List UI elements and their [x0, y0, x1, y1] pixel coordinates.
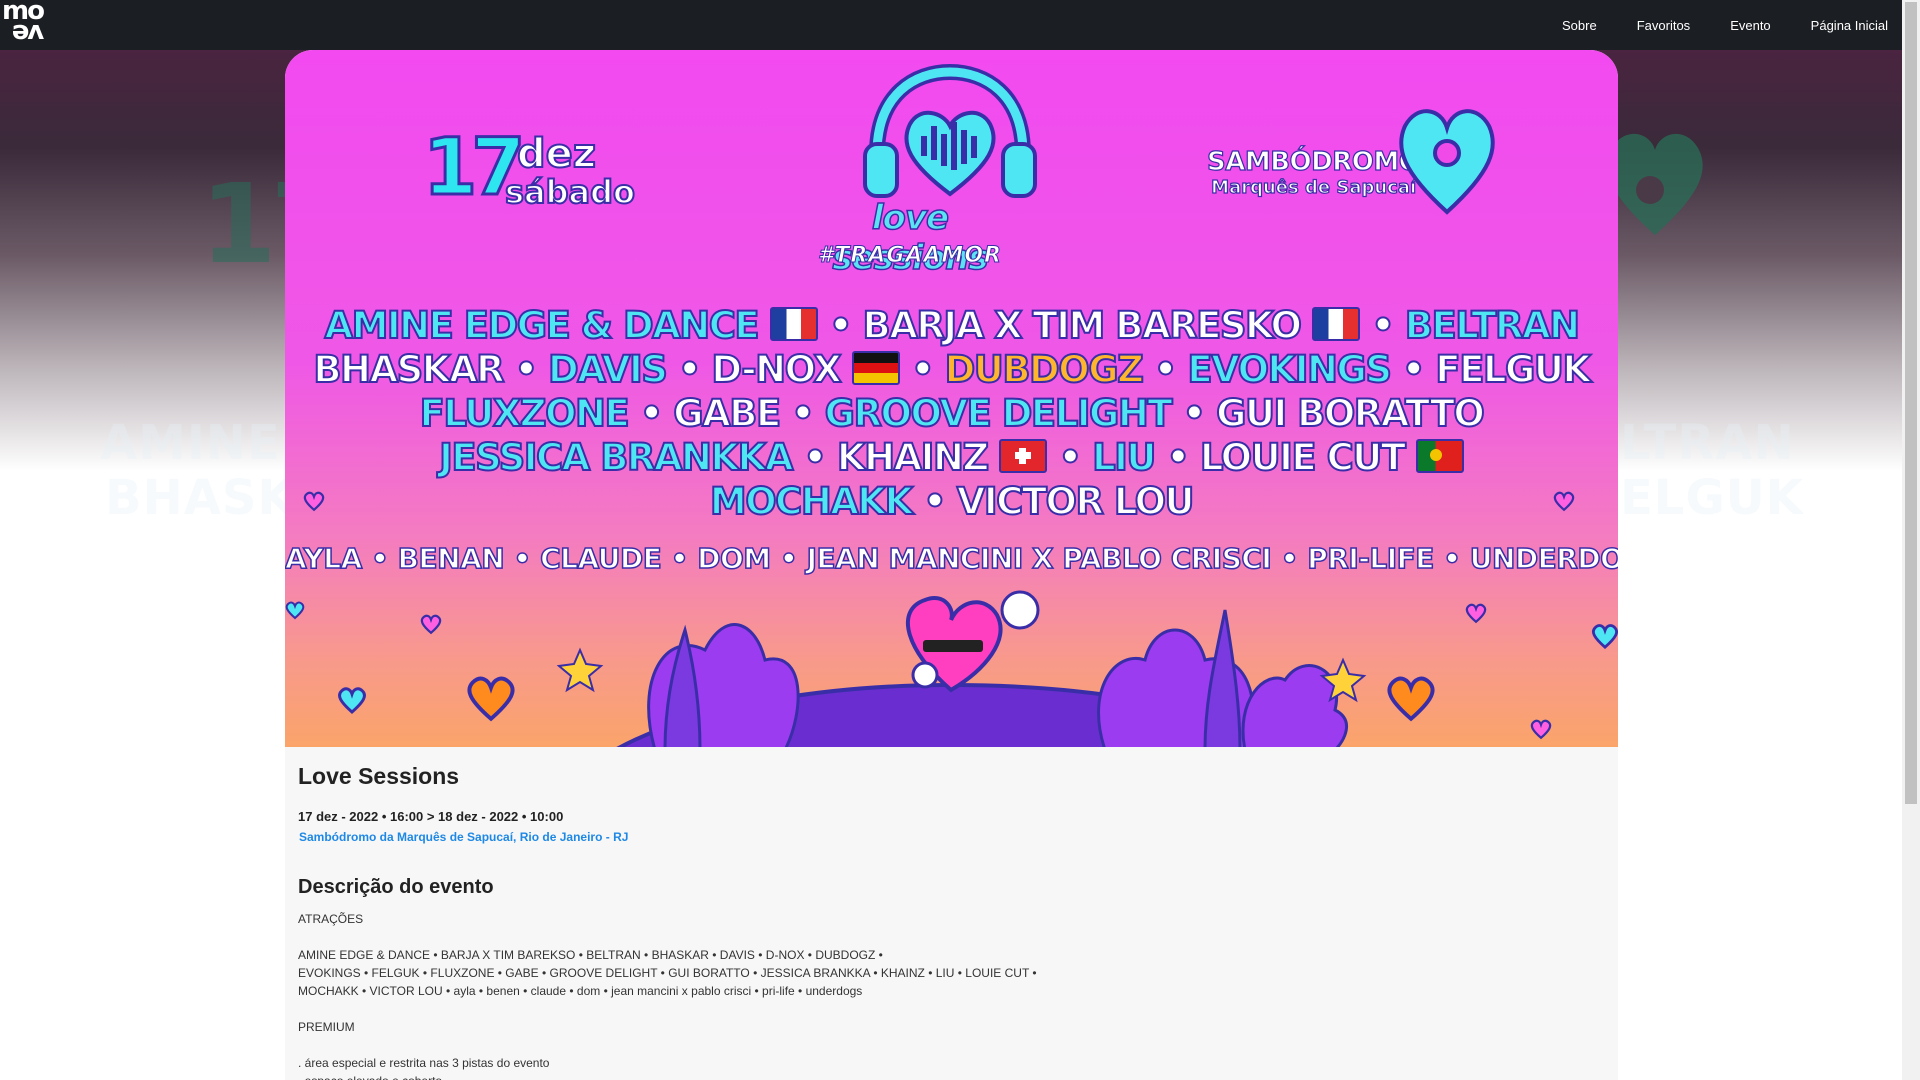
lineup-artist: BELTRAN [1404, 303, 1581, 348]
lineup-artist: DUBDOGZ [944, 347, 1145, 392]
flag-pt-icon [1415, 439, 1464, 473]
lineup-artist: GABE [672, 391, 782, 436]
backdrop-text-right-2: ELGUK [1620, 470, 1804, 526]
lineup-separator: • [910, 347, 936, 392]
description-heading: Descrição do evento [298, 876, 494, 898]
lineup-row: BHASKAR • DAVIS • D-NOX • DUBDOGZ • EVOK… [285, 347, 1618, 392]
lineup-separator: • [790, 391, 816, 436]
nav-links: Sobre Favoritos Evento Página Inicial [1522, 0, 1888, 50]
description-line: . espaço elevado e coberto [298, 1072, 1037, 1080]
banner-venue-sub: Marquês de Sapucaí [1211, 176, 1417, 198]
nav-link-sobre[interactable]: Sobre [1562, 18, 1597, 33]
event-datetime: 17 dez - 2022 • 16:00 > 18 dez - 2022 • … [298, 809, 564, 824]
lineup-artist: LOUIE CUT [1199, 435, 1407, 480]
description-line: AMINE EDGE & DANCE • BARJA X TIM BAREKSO… [298, 948, 883, 962]
lineup-artist: BARJA X TIM BARESKO [862, 303, 1303, 348]
lineup-row: AMINE EDGE & DANCE • BARJA X TIM BARESKO… [285, 303, 1618, 348]
flag-fr-icon [769, 307, 818, 341]
logo-line-bottom: ve [13, 18, 45, 48]
banner-hashtag: #TRAGAAMOR [818, 243, 1002, 269]
banner-venue: SAMBÓDROMO Marquês de Sapucaí [1206, 146, 1421, 198]
banner-venue-name: SAMBÓDROMO [1206, 146, 1421, 177]
description-line: MOCHAKK • VICTOR LOU • ayla • benen • cl… [298, 984, 863, 998]
lineup-artist: GUI BORATTO [1215, 391, 1486, 436]
lineup-artist: FLUXZONE [419, 391, 631, 436]
description-line: ATRAÇÕES [298, 912, 364, 926]
lineup-headliners: AMINE EDGE & DANCE • BARJA X TIM BARESKO… [285, 303, 1618, 524]
scrollbar-thumb[interactable] [1905, 2, 1917, 804]
lineup-artist: DAVIS [547, 347, 669, 392]
lineup-row: MOCHAKK • VICTOR LOU [285, 479, 1618, 524]
nav-link-favoritos[interactable]: Favoritos [1637, 18, 1690, 33]
lineup-separator: • [1182, 391, 1208, 436]
lineup-artist: GROOVE DELIGHT [824, 391, 1174, 436]
flag-fr-icon [1311, 307, 1360, 341]
lineup-separator: • [1370, 303, 1396, 348]
event-title: Love Sessions [298, 763, 460, 789]
lineup-separator: • [677, 347, 703, 392]
flag-de-icon [851, 351, 900, 385]
banner-illustration [556, 590, 1367, 747]
event-banner: 17 dez sábado love sessions #TRAGAAMOR S… [285, 50, 1618, 747]
lineup-row: FLUXZONE • GABE • GROOVE DELIGHT • GUI B… [285, 391, 1618, 436]
event-location-link[interactable]: Sambódromo da Marquês de Sapucaí, Rio de… [299, 830, 628, 844]
banner-month: dez [516, 131, 597, 177]
event-card: 17 dez sábado love sessions #TRAGAAMOR S… [285, 50, 1618, 1080]
lineup-separator: • [1401, 347, 1427, 392]
lineup-artist: KHAINZ [836, 435, 990, 480]
lineup-artist: BHASKAR [312, 347, 505, 392]
backdrop-text-right-1: LTRAN [1620, 415, 1795, 471]
lineup-separator: • [1058, 435, 1084, 480]
lineup-separator: • [1165, 435, 1191, 480]
lineup-artist: MOCHAKK [709, 479, 914, 524]
nav-link-evento[interactable]: Evento [1730, 18, 1770, 33]
lineup-artist: FELGUK [1434, 347, 1592, 392]
lineup-artist: EVOKINGS [1186, 347, 1393, 392]
lineup-separator: • [802, 435, 828, 480]
site-logo[interactable]: mo ve [2, 0, 60, 50]
lineup-artist: VICTOR LOU [956, 479, 1196, 524]
lineup-separator: • [1153, 347, 1179, 392]
lineup-separator: • [828, 303, 854, 348]
backdrop-text-left-2: BHASK [105, 470, 296, 526]
flag-ch-icon [999, 439, 1048, 473]
lineup-separator: • [513, 347, 539, 392]
banner-weekday: sábado [504, 172, 636, 212]
heart-icon [303, 491, 325, 512]
description-line: . área especial e restrita nas 3 pistas … [298, 1056, 550, 1070]
description-body: ATRAÇÕES AMINE EDGE & DANCE • BARJA X TI… [298, 910, 1037, 1080]
lineup-row: JESSICA BRANKKA • KHAINZ • LIU • LOUIE C… [285, 435, 1618, 480]
lineup-separator: • [922, 479, 948, 524]
page-scrollbar[interactable] [1902, 0, 1920, 1080]
backdrop-text-left-1: AMINE [100, 415, 281, 471]
nav-link-pagina-inicial[interactable]: Página Inicial [1811, 18, 1888, 33]
lineup-separator: • [639, 391, 665, 436]
lineup-artist: D-NOX [710, 347, 842, 392]
lineup-artist: LIU [1091, 435, 1157, 480]
venue-heart-icon [1399, 109, 1495, 215]
headphones-heart-icon [863, 64, 1037, 198]
heart-icon [1553, 491, 1575, 512]
lineup-secondary: AYLA • BENAN • CLAUDE • DOM • JEAN MANCI… [285, 541, 1618, 576]
top-navbar: mo ve Sobre Favoritos Evento Página Inic… [0, 0, 1902, 50]
lineup-artist: AMINE EDGE & DANCE [323, 303, 760, 348]
description-line: PREMIUM [298, 1020, 355, 1034]
description-line: EVOKINGS • FELGUK • FLUXZONE • GABE • GR… [298, 966, 1037, 980]
lineup-artist: JESSICA BRANKKA [438, 435, 794, 480]
